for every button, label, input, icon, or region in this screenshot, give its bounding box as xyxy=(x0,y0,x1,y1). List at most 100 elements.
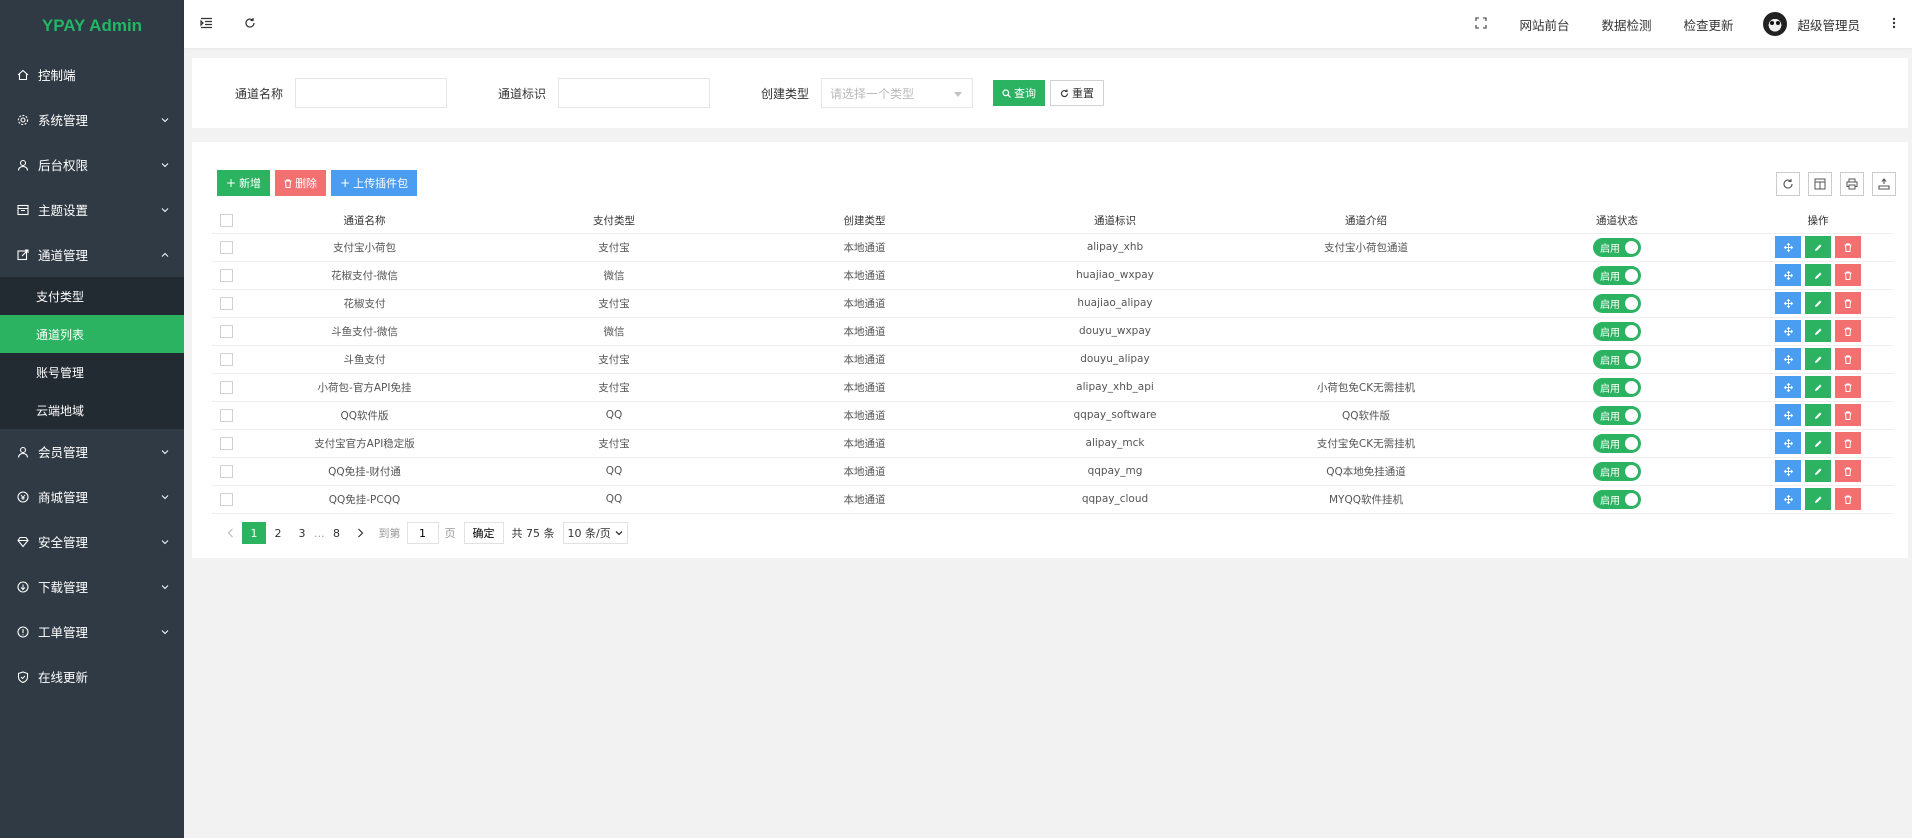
check-update-link[interactable]: 检查更新 xyxy=(1667,15,1749,34)
site-frontend-link[interactable]: 网站前台 xyxy=(1503,15,1585,34)
channel-ident-input[interactable] xyxy=(558,78,711,108)
status-toggle[interactable]: 启用 xyxy=(1593,405,1641,425)
row-checkbox[interactable] xyxy=(219,408,233,422)
edit-button[interactable] xyxy=(1805,292,1831,314)
delete-row-button[interactable] xyxy=(1835,264,1861,286)
prev-page-button[interactable] xyxy=(218,522,242,544)
move-button[interactable] xyxy=(1775,236,1801,258)
delete-row-button[interactable] xyxy=(1835,460,1861,482)
select-all-checkbox[interactable] xyxy=(219,213,233,227)
menu-toggle-button[interactable] xyxy=(184,0,228,48)
goto-page-input[interactable] xyxy=(406,522,439,544)
upload-plugin-button[interactable]: + 上传插件包 xyxy=(331,170,418,196)
status-toggle[interactable]: 启用 xyxy=(1593,237,1641,257)
delete-button[interactable]: 删除 xyxy=(275,170,327,196)
sidebar-item-admin-auth[interactable]: 后台权限 xyxy=(0,142,184,187)
next-page-button[interactable] xyxy=(349,522,373,544)
edit-button[interactable] xyxy=(1805,264,1831,286)
edit-button[interactable] xyxy=(1805,432,1831,454)
delete-row-button[interactable] xyxy=(1835,376,1861,398)
edit-button[interactable] xyxy=(1805,348,1831,370)
move-button[interactable] xyxy=(1775,376,1801,398)
move-button[interactable] xyxy=(1775,460,1801,482)
row-checkbox[interactable] xyxy=(219,324,233,338)
delete-row-button[interactable] xyxy=(1835,488,1861,510)
status-toggle[interactable]: 启用 xyxy=(1593,349,1641,369)
goto-confirm-button[interactable]: 确定 xyxy=(463,522,504,544)
sidebar-item-security[interactable]: 安全管理 xyxy=(0,519,184,564)
edit-button[interactable] xyxy=(1805,404,1831,426)
reset-button[interactable]: 重置 xyxy=(1050,80,1105,106)
delete-row-button[interactable] xyxy=(1835,404,1861,426)
move-button[interactable] xyxy=(1775,488,1801,510)
row-checkbox[interactable] xyxy=(219,296,233,310)
create-type-select[interactable]: 请选择一个类型 xyxy=(821,78,974,108)
add-button[interactable]: + 新增 xyxy=(217,170,271,196)
row-checkbox[interactable] xyxy=(219,380,233,394)
sidebar-item-online-update[interactable]: 在线更新 xyxy=(0,654,184,699)
page-8[interactable]: 8 xyxy=(325,522,349,544)
delete-row-button[interactable] xyxy=(1835,320,1861,342)
status-toggle[interactable]: 启用 xyxy=(1593,321,1641,341)
sidebar-item-console[interactable]: 控制端 xyxy=(0,52,184,97)
edit-button[interactable] xyxy=(1805,488,1831,510)
sidebar-item-tickets[interactable]: 工单管理 xyxy=(0,609,184,654)
delete-row-button[interactable] xyxy=(1835,432,1861,454)
query-button[interactable]: 查询 xyxy=(993,80,1046,106)
delete-row-button[interactable] xyxy=(1835,348,1861,370)
sidebar-item-channel[interactable]: 通道管理 xyxy=(0,232,184,277)
status-toggle[interactable]: 启用 xyxy=(1593,265,1641,285)
sidebar-subitem-cloud-region[interactable]: 云端地域 xyxy=(0,391,184,429)
delete-row-button[interactable] xyxy=(1835,292,1861,314)
status-toggle[interactable]: 启用 xyxy=(1593,489,1641,509)
row-checkbox[interactable] xyxy=(219,464,233,478)
edit-button[interactable] xyxy=(1805,236,1831,258)
move-button[interactable] xyxy=(1775,320,1801,342)
page-3[interactable]: 3 xyxy=(290,522,314,544)
page-1[interactable]: 1 xyxy=(242,522,266,544)
table-refresh-button[interactable] xyxy=(1776,172,1800,196)
fullscreen-button[interactable] xyxy=(1459,0,1503,48)
channel-name-input[interactable] xyxy=(295,78,448,108)
column-filter-button[interactable] xyxy=(1808,172,1832,196)
channel-icon xyxy=(16,248,30,262)
row-checkbox[interactable] xyxy=(219,352,233,366)
trash-icon xyxy=(1844,327,1852,336)
edit-button[interactable] xyxy=(1805,460,1831,482)
sidebar-item-members[interactable]: 会员管理 xyxy=(0,429,184,474)
user-name[interactable]: 超级管理员 xyxy=(1797,15,1876,34)
export-button[interactable] xyxy=(1872,172,1896,196)
col-header-name: 通道名称 xyxy=(240,208,489,234)
edit-button[interactable] xyxy=(1805,320,1831,342)
status-toggle[interactable]: 启用 xyxy=(1593,461,1641,481)
move-button[interactable] xyxy=(1775,348,1801,370)
cell-status: 启用 xyxy=(1492,485,1742,514)
sidebar-item-theme[interactable]: 主题设置 xyxy=(0,187,184,232)
move-button[interactable] xyxy=(1775,432,1801,454)
status-toggle[interactable]: 启用 xyxy=(1593,433,1641,453)
sidebar-item-system[interactable]: 系统管理 xyxy=(0,97,184,142)
refresh-button[interactable] xyxy=(228,0,272,48)
page-size-select[interactable]: 10 条/页 xyxy=(562,522,628,544)
row-checkbox[interactable] xyxy=(219,436,233,450)
avatar[interactable] xyxy=(1763,12,1788,36)
more-menu-button[interactable] xyxy=(1876,0,1912,48)
delete-row-button[interactable] xyxy=(1835,236,1861,258)
page-2[interactable]: 2 xyxy=(266,522,290,544)
sidebar-item-downloads[interactable]: 下载管理 xyxy=(0,564,184,609)
move-button[interactable] xyxy=(1775,264,1801,286)
edit-button[interactable] xyxy=(1805,376,1831,398)
sidebar-item-shop[interactable]: 商城管理 xyxy=(0,474,184,519)
move-button[interactable] xyxy=(1775,404,1801,426)
sidebar-subitem-pay-types[interactable]: 支付类型 xyxy=(0,277,184,315)
row-checkbox[interactable] xyxy=(219,492,233,506)
data-check-link[interactable]: 数据检测 xyxy=(1585,15,1667,34)
status-toggle[interactable]: 启用 xyxy=(1593,377,1641,397)
move-button[interactable] xyxy=(1775,292,1801,314)
row-checkbox[interactable] xyxy=(219,240,233,254)
sidebar-subitem-channel-list[interactable]: 通道列表 xyxy=(0,315,184,353)
print-button[interactable] xyxy=(1840,172,1864,196)
row-checkbox[interactable] xyxy=(219,268,233,282)
status-toggle[interactable]: 启用 xyxy=(1593,293,1641,313)
sidebar-subitem-accounts[interactable]: 账号管理 xyxy=(0,353,184,391)
